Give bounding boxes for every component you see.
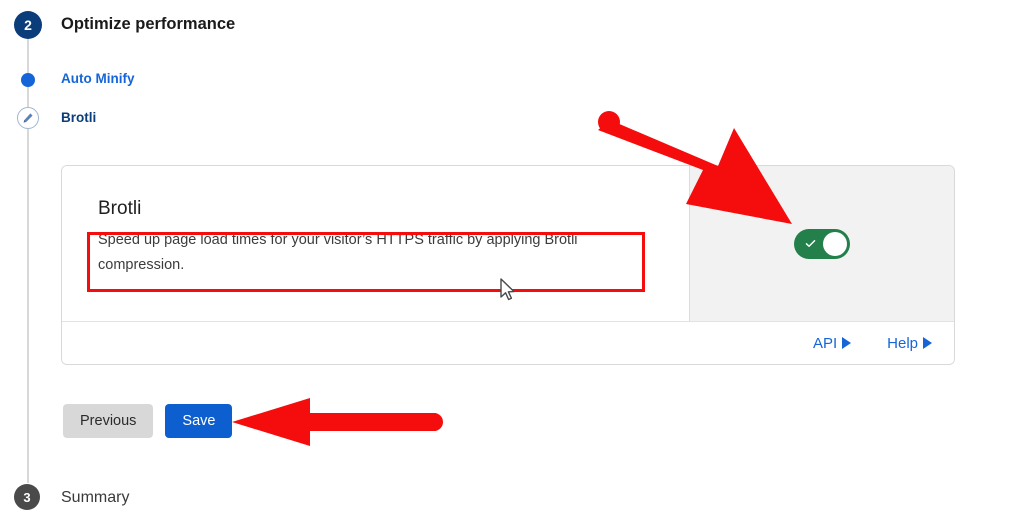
save-button[interactable]: Save <box>165 404 233 438</box>
caret-right-icon <box>923 337 932 349</box>
annotation-arrow-to-save <box>232 396 447 448</box>
step-title-summary: Summary <box>61 489 130 506</box>
auto-minify-dot-icon <box>21 73 35 87</box>
step-badge-2: 2 <box>14 11 42 39</box>
page-title: Optimize performance <box>61 15 236 33</box>
step-badge-3: 3 <box>14 484 40 510</box>
brotli-card-footer: API Help <box>62 321 954 364</box>
help-link-label: Help <box>887 334 918 352</box>
brotli-description: Speed up page load times for your visito… <box>98 232 578 273</box>
caret-right-icon <box>842 337 852 349</box>
api-link-label: API <box>812 334 838 352</box>
stepper-rail <box>27 38 29 483</box>
brotli-heading: Brotli <box>98 198 142 219</box>
check-icon <box>804 237 817 250</box>
toggle-knob <box>823 232 847 256</box>
brotli-card-body: Brotli Speed up page load times for your… <box>62 166 954 322</box>
api-link[interactable]: API <box>812 334 852 352</box>
brotli-step-ring[interactable] <box>17 107 39 129</box>
pencil-icon <box>22 112 34 124</box>
help-link[interactable]: Help <box>887 335 932 352</box>
page-root: 2 Optimize performance Auto Minify Brotl… <box>0 0 1024 515</box>
brotli-card-main: Brotli Speed up page load times for your… <box>62 166 689 322</box>
sidebar-item-auto-minify[interactable]: Auto Minify <box>61 71 135 86</box>
brotli-card: Brotli Speed up page load times for your… <box>61 165 955 365</box>
sidebar-item-brotli[interactable]: Brotli <box>61 110 96 125</box>
brotli-toggle[interactable] <box>794 229 850 259</box>
action-buttons: Previous Save <box>63 404 233 438</box>
brotli-toggle-panel <box>689 166 954 322</box>
previous-button[interactable]: Previous <box>63 404 154 438</box>
